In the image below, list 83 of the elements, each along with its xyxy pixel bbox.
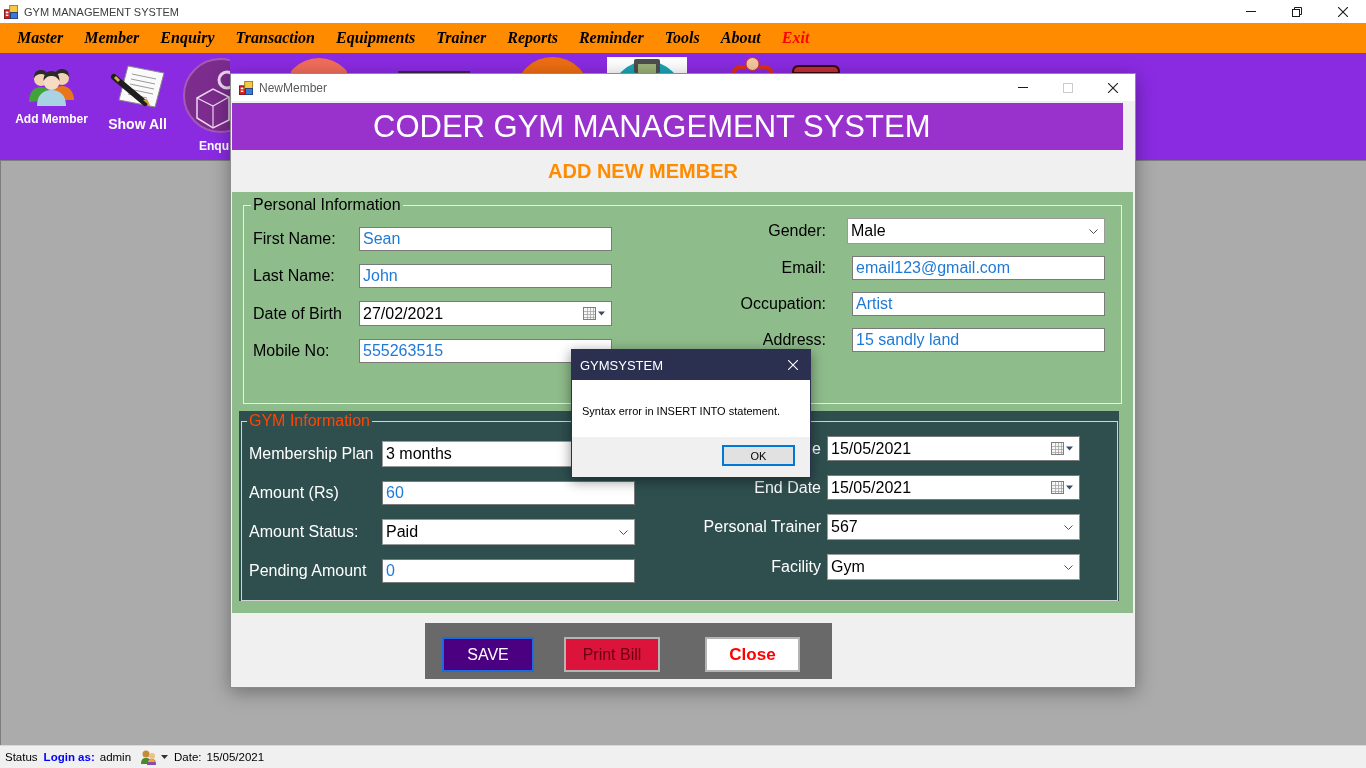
- status-label: Status: [5, 751, 38, 763]
- user-menu-button[interactable]: [140, 749, 169, 765]
- close-icon: [1107, 82, 1118, 93]
- text-field[interactable]: 0: [382, 559, 635, 583]
- field-label: Last Name:: [253, 269, 336, 283]
- field-label: Date of Birth: [253, 306, 343, 321]
- close-icon: [1338, 6, 1348, 17]
- field-label: Mobile No:: [253, 344, 331, 358]
- menu-item[interactable]: Member: [84, 29, 140, 47]
- date-picker[interactable]: 15/05/2021: [827, 436, 1080, 461]
- dropdown[interactable]: Paid: [382, 519, 635, 545]
- menu-item[interactable]: Reminder: [578, 29, 644, 47]
- field-label: Amount Status:: [249, 523, 360, 541]
- tile-icon[interactable]: [792, 65, 840, 73]
- menu-item[interactable]: About: [720, 29, 761, 47]
- calendar-icon: [583, 307, 605, 320]
- close-icon: [788, 360, 798, 370]
- chevron-icon: [619, 529, 628, 535]
- text-field[interactable]: Artist: [852, 292, 1105, 316]
- date-label: Date:: [174, 751, 202, 763]
- menu-item[interactable]: Trainer: [436, 29, 487, 47]
- date-value: 15/05/2021: [206, 751, 265, 763]
- maximize-icon: [1062, 82, 1073, 93]
- chevron-icon: [1064, 564, 1073, 570]
- save-button[interactable]: SAVE: [442, 637, 534, 672]
- field-label: e: [812, 441, 821, 456]
- app-icon: [4, 4, 18, 19]
- restore-icon: [1292, 6, 1302, 17]
- user-name: admin: [99, 751, 132, 763]
- menu-item[interactable]: Enquiry: [160, 29, 215, 47]
- people-icon: [28, 68, 75, 106]
- toolbar-button[interactable]: Show All: [108, 65, 167, 131]
- message-text: Syntax error in INSERT INTO statement.: [582, 405, 781, 417]
- field-label: Membership Plan: [249, 445, 375, 463]
- person-icon[interactable]: [730, 57, 775, 73]
- dropdown[interactable]: 567: [827, 514, 1080, 540]
- minimize-icon: [1246, 11, 1256, 12]
- text-field[interactable]: email123@gmail.com: [852, 256, 1105, 280]
- envelope-icon: [183, 58, 230, 133]
- field-label: Personal Trainer: [703, 520, 821, 534]
- field-label: Email:: [781, 261, 826, 275]
- dropdown[interactable]: Male: [847, 218, 1105, 244]
- field-label: Pending Amount: [249, 562, 368, 580]
- ok-button[interactable]: OK: [722, 445, 795, 466]
- field-label: Facility: [771, 560, 821, 574]
- field-label: Address:: [762, 333, 826, 347]
- caret-icon: [161, 755, 169, 759]
- chevron-icon: [1089, 228, 1098, 234]
- text-field[interactable]: 60: [382, 481, 635, 505]
- date-picker[interactable]: 15/05/2021: [827, 475, 1080, 500]
- field-label: Gender:: [768, 224, 826, 238]
- text-field[interactable]: John: [359, 264, 612, 288]
- document-pen-icon: [110, 65, 165, 108]
- menu-item[interactable]: Transaction: [235, 29, 315, 47]
- menu-item[interactable]: Equipments: [336, 29, 416, 47]
- text-field[interactable]: 15 sandly land: [852, 328, 1105, 352]
- chevron-icon: [1064, 524, 1073, 530]
- calendar-icon: [1051, 442, 1073, 455]
- group-title: Personal Information: [252, 196, 402, 214]
- menu-item[interactable]: Reports: [507, 29, 558, 47]
- toolbar-button[interactable]: Enqu: [183, 58, 230, 153]
- menu-item[interactable]: Tools: [664, 29, 700, 47]
- login-label: Login as:: [43, 751, 95, 763]
- window-title: GYM MANAGEMENT SYSTEM: [24, 5, 180, 18]
- minimize-icon: [1017, 87, 1028, 88]
- date-picker[interactable]: 27/02/2021: [359, 301, 612, 326]
- close-button[interactable]: Close: [705, 637, 800, 672]
- menu-item[interactable]: Master: [17, 29, 64, 47]
- window-title: NewMember: [259, 80, 327, 95]
- device-icon[interactable]: [607, 57, 687, 73]
- field-label: First Name:: [253, 232, 337, 246]
- group-title: GYM Information: [248, 412, 371, 430]
- form-heading: ADD NEW MEMBER: [548, 159, 738, 183]
- text-field[interactable]: Sean: [359, 227, 612, 251]
- banner-title: CODER GYM MANAGEMENT SYSTEM: [232, 103, 1123, 150]
- field-label: Amount (Rs): [249, 484, 340, 502]
- dropdown[interactable]: Gym: [827, 554, 1080, 580]
- app-icon: [239, 80, 253, 95]
- user-icon: [140, 749, 157, 765]
- toolbar-button[interactable]: Add Member: [14, 68, 89, 126]
- calendar-icon: [1051, 481, 1073, 494]
- field-label: End Date: [754, 480, 821, 495]
- field-label: Occupation:: [740, 297, 826, 311]
